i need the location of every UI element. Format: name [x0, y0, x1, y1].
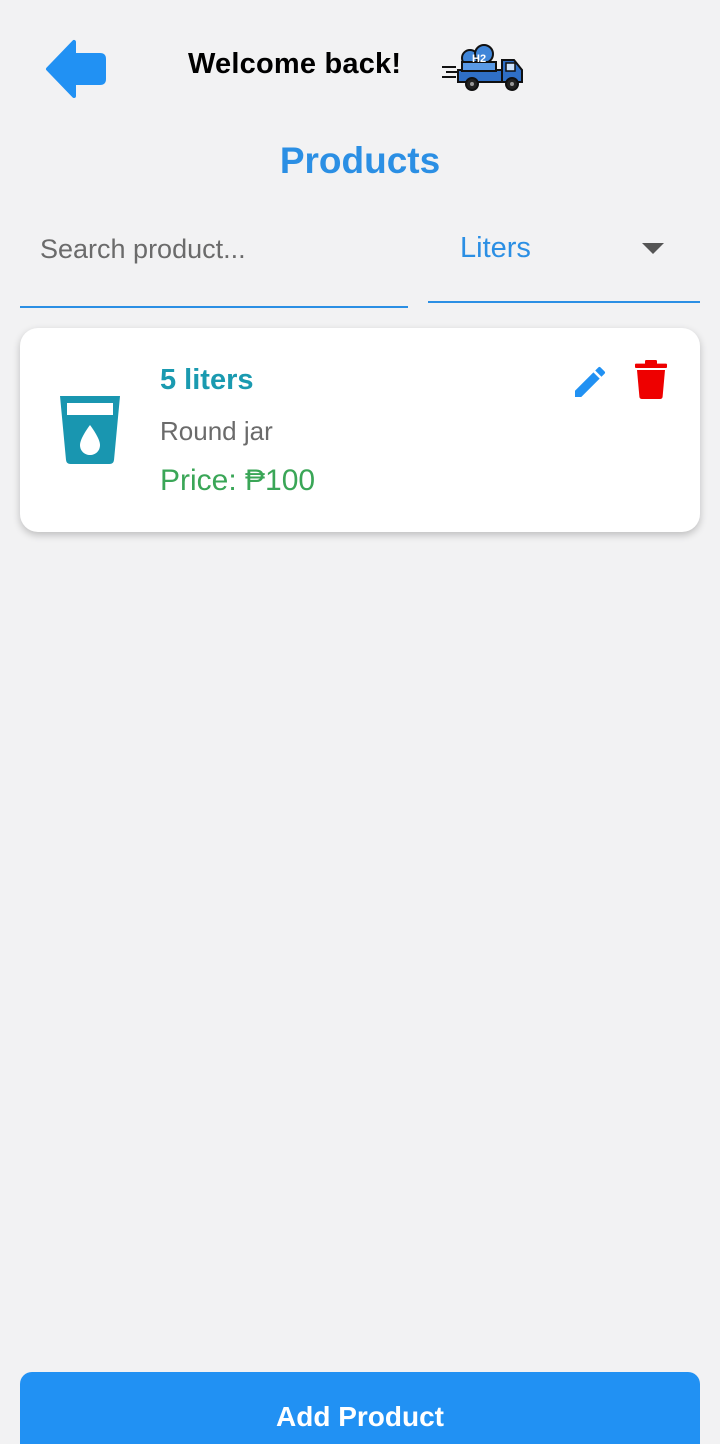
unit-filter-value: Liters	[460, 232, 531, 264]
search-input[interactable]	[20, 218, 408, 280]
back-button[interactable]	[40, 36, 110, 102]
add-product-button[interactable]: Add Product	[20, 1372, 700, 1444]
edit-button[interactable]	[570, 362, 610, 402]
page-title: Products	[279, 140, 441, 181]
product-price: Price: ₱100	[160, 464, 316, 497]
delivery-truck-logo: H2	[442, 44, 523, 91]
pencil-icon	[575, 366, 606, 397]
search-field[interactable]	[20, 218, 408, 308]
welcome-text: Welcome back!	[188, 48, 402, 80]
products-screen: Welcome back! H2 Products Liters	[0, 0, 720, 1444]
water-glass-icon	[60, 396, 120, 464]
product-name: 5 liters	[160, 364, 254, 396]
trash-icon	[635, 360, 667, 399]
arrow-left-icon	[46, 40, 106, 98]
delete-button[interactable]	[634, 360, 668, 400]
unit-filter-dropdown[interactable]: Liters	[428, 218, 700, 303]
product-card[interactable]: 5 liters Round jar Price: ₱100	[20, 328, 700, 532]
chevron-down-icon	[642, 243, 664, 254]
product-description: Round jar	[160, 416, 273, 446]
svg-text:H2: H2	[472, 53, 486, 65]
